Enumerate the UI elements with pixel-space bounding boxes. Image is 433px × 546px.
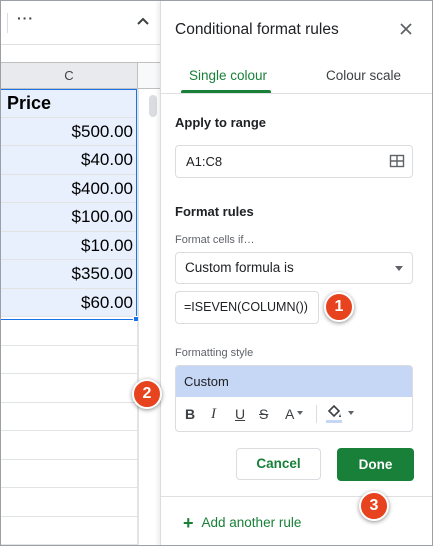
grid-rows: Price $500.00 $40.00 $400.00 $100.00 $10.00 $3… bbox=[1, 89, 138, 545]
table-row[interactable] bbox=[1, 402, 138, 431]
range-input[interactable]: A1:C8 bbox=[175, 145, 413, 178]
table-row[interactable]: $100.00 bbox=[1, 203, 138, 232]
tab-colour-scale[interactable]: Colour scale bbox=[326, 68, 401, 83]
sheet-toolbar: ··· bbox=[1, 1, 160, 45]
table-row[interactable] bbox=[1, 374, 138, 403]
table-row[interactable]: $350.00 bbox=[1, 260, 138, 289]
table-row[interactable] bbox=[1, 488, 138, 517]
table-row[interactable]: $40.00 bbox=[1, 146, 138, 175]
conditional-format-panel: Conditional format rules Single colour C… bbox=[160, 1, 432, 545]
table-row[interactable]: $60.00 bbox=[1, 288, 138, 317]
step-badge-1: 1 bbox=[324, 292, 354, 322]
italic-button[interactable]: I bbox=[211, 405, 216, 423]
table-row[interactable] bbox=[1, 459, 138, 488]
table-row[interactable]: $500.00 bbox=[1, 117, 138, 146]
close-icon[interactable] bbox=[397, 20, 415, 38]
step-badge-3: 3 bbox=[359, 491, 389, 521]
add-another-rule-link[interactable]: + Add another rule bbox=[183, 513, 301, 534]
formatting-style-label: Formatting style bbox=[175, 347, 254, 359]
chevron-up-icon[interactable] bbox=[133, 11, 153, 31]
column-header-filler bbox=[138, 63, 160, 89]
more-options-icon[interactable]: ··· bbox=[17, 10, 34, 26]
toolbar-separator bbox=[7, 13, 8, 33]
table-row[interactable]: $400.00 bbox=[1, 174, 138, 203]
format-cells-if-label: Format cells if… bbox=[175, 234, 255, 246]
fill-colour-icon[interactable] bbox=[324, 403, 344, 425]
apply-to-range-label: Apply to range bbox=[175, 115, 267, 130]
scrollbar-thumb[interactable] bbox=[149, 95, 157, 117]
panel-title: Conditional format rules bbox=[175, 21, 339, 38]
formula-bar[interactable] bbox=[1, 45, 160, 63]
table-row[interactable] bbox=[1, 431, 138, 460]
caret-down-icon bbox=[395, 266, 403, 271]
strikethrough-button[interactable]: S bbox=[259, 405, 268, 423]
spreadsheet: ··· C Price $500.00 $40.00 $400.00 $100.00 $1… bbox=[1, 1, 160, 545]
toolbar-separator bbox=[316, 405, 317, 423]
style-toolbar: B I U S A bbox=[176, 397, 412, 431]
text-colour-button[interactable]: A bbox=[285, 405, 294, 423]
step-badge-2: 2 bbox=[132, 379, 162, 409]
done-button[interactable]: Done bbox=[337, 448, 414, 481]
column-header-c[interactable]: C bbox=[1, 63, 138, 89]
custom-formula-input[interactable]: =ISEVEN(COLUMN()) bbox=[175, 291, 319, 324]
select-range-grid-icon[interactable] bbox=[389, 153, 405, 169]
add-rule-label: Add another rule bbox=[201, 515, 302, 530]
cancel-button[interactable]: Cancel bbox=[236, 448, 321, 480]
table-row[interactable]: $10.00 bbox=[1, 231, 138, 260]
table-row[interactable] bbox=[1, 317, 138, 346]
style-preset-selector[interactable]: Custom bbox=[176, 366, 412, 397]
screenshot-frame: ··· C Price $500.00 $40.00 $400.00 $100.00 $1… bbox=[0, 0, 433, 546]
tabs-divider bbox=[161, 93, 432, 94]
header-cell[interactable]: Price bbox=[1, 89, 138, 118]
panel-divider bbox=[161, 496, 432, 497]
fill-colour-caret-icon[interactable] bbox=[348, 411, 354, 415]
table-row[interactable] bbox=[1, 345, 138, 374]
range-value: A1:C8 bbox=[186, 154, 223, 169]
plus-icon: + bbox=[183, 513, 194, 533]
scrollbar-track[interactable] bbox=[138, 89, 160, 545]
bold-button[interactable]: B bbox=[185, 405, 195, 423]
condition-dropdown[interactable]: Custom formula is bbox=[175, 252, 413, 284]
table-row[interactable] bbox=[1, 516, 138, 545]
formatting-style-box: Custom B I U S A bbox=[175, 365, 413, 432]
text-colour-caret-icon[interactable] bbox=[297, 411, 303, 415]
underline-button[interactable]: U bbox=[235, 405, 245, 423]
format-rules-label: Format rules bbox=[175, 204, 254, 219]
tab-single-colour[interactable]: Single colour bbox=[189, 68, 267, 83]
condition-value: Custom formula is bbox=[185, 260, 294, 275]
